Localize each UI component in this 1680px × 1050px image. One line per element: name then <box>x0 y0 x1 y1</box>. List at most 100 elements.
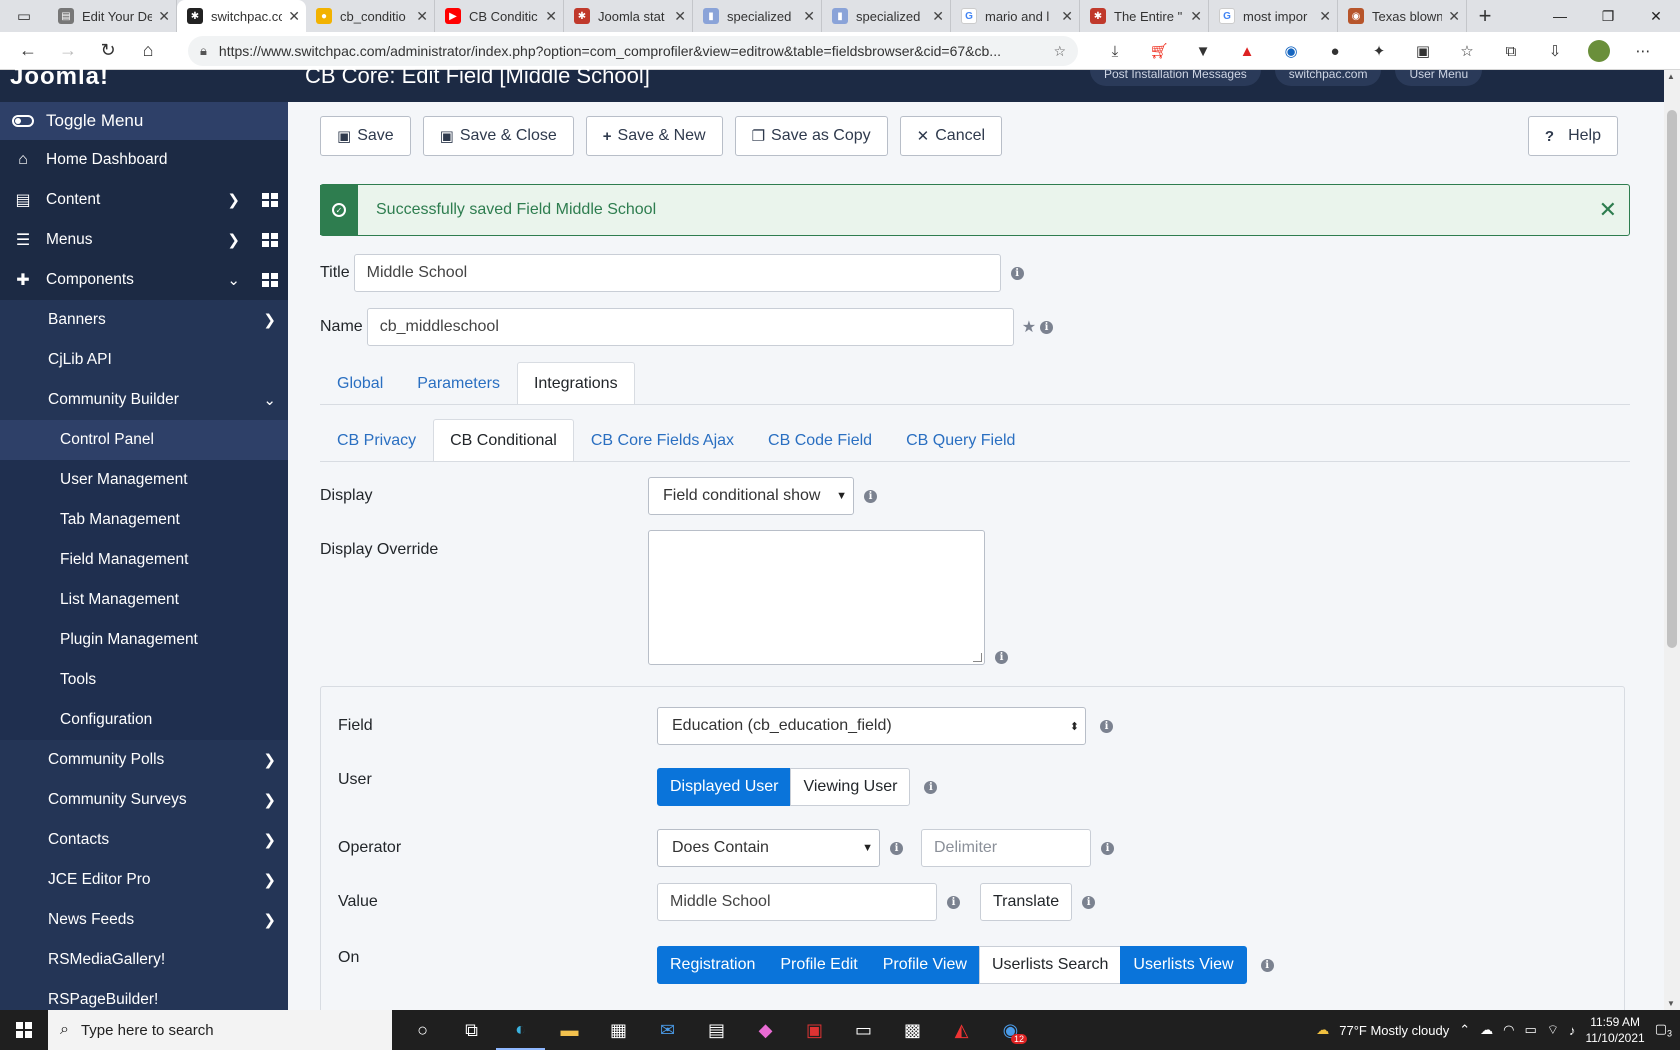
close-icon[interactable]: ✕ <box>1319 8 1331 25</box>
dashboard-grid-icon[interactable] <box>262 233 278 247</box>
calculator-icon[interactable]: ▤ <box>692 1010 741 1050</box>
browser-tab-active[interactable]: ✱ switchpac.co ✕ <box>177 0 306 32</box>
post-installation-button[interactable]: Post Installation Messages <box>1090 68 1261 86</box>
acrobat-extension-icon[interactable]: ▲ <box>1232 36 1262 66</box>
sidebar-item-tab-management[interactable]: Tab Management <box>0 500 288 540</box>
browser-tab[interactable]: ◉ Texas blown ✕ <box>1338 0 1467 32</box>
puzzle-extension-icon[interactable]: ✦ <box>1364 36 1394 66</box>
sidebar-item-community-builder[interactable]: Community Builder ⌄ <box>0 380 288 420</box>
display-override-textarea[interactable] <box>648 530 985 665</box>
store-icon[interactable]: ▦ <box>594 1010 643 1050</box>
network-icon[interactable]: ◠ <box>1503 1022 1514 1038</box>
browser-tab[interactable]: ▤ Edit Your De ✕ <box>48 0 177 32</box>
sidebar-item-menus[interactable]: ☰ Menus ❯ <box>0 220 288 260</box>
weather-text[interactable]: 77°F Mostly cloudy <box>1339 1023 1449 1038</box>
save-new-button[interactable]: + Save & New <box>585 116 723 156</box>
dashboard-grid-icon[interactable] <box>262 273 278 287</box>
info-icon[interactable]: i <box>995 651 1008 664</box>
download-extension-icon[interactable]: ⤓ <box>1100 36 1130 66</box>
favorites-icon[interactable]: ☆ <box>1452 36 1482 66</box>
sidebar-item-tools[interactable]: Tools <box>0 660 288 700</box>
close-icon[interactable]: ✕ <box>288 8 300 25</box>
paint-icon[interactable]: ◆ <box>741 1010 790 1050</box>
sidebar-item-rspagebuilder[interactable]: RSPageBuilder! <box>0 980 288 1010</box>
info-icon[interactable]: i <box>947 895 960 909</box>
close-icon[interactable]: ✕ <box>803 8 815 25</box>
tab-parameters[interactable]: Parameters <box>400 362 517 404</box>
sidebar-item-community-surveys[interactable]: Community Surveys ❯ <box>0 780 288 820</box>
notifications-icon[interactable]: ▢3 <box>1655 1021 1672 1039</box>
vertical-scrollbar[interactable]: ▲ ▼ <box>1664 70 1680 1010</box>
close-icon[interactable]: ✕ <box>1190 8 1202 25</box>
edge-icon[interactable]: ◐ <box>496 1010 545 1050</box>
sidebar-item-control-panel[interactable]: Control Panel <box>0 420 288 460</box>
sidebar-item-user-management[interactable]: User Management <box>0 460 288 500</box>
title-input[interactable]: Middle School <box>353 254 1001 292</box>
help-button[interactable]: ? Help <box>1527 116 1618 156</box>
user-menu-button[interactable]: User Menu <box>1395 68 1483 86</box>
cancel-button[interactable]: ✕ Cancel <box>899 116 1003 156</box>
tab-actions-icon[interactable]: ▭ <box>0 0 48 32</box>
volume-icon[interactable]: ♪ <box>1569 1023 1576 1038</box>
registration-button[interactable]: Registration <box>657 946 769 984</box>
browser-tab[interactable]: Gmost impor ✕ <box>1209 0 1338 32</box>
file-explorer-icon[interactable]: ▬ <box>545 1010 594 1050</box>
save-close-button[interactable]: ▣ Save & Close <box>422 116 574 156</box>
display-select[interactable]: Field conditional show ▼ <box>648 477 854 515</box>
close-icon[interactable]: ✕ <box>1061 8 1073 25</box>
terminal-icon[interactable]: ▭ <box>839 1010 888 1050</box>
operator-select[interactable]: Does Contain ▼ <box>657 829 880 867</box>
mail-icon[interactable]: ✉ <box>643 1010 692 1050</box>
browser-tab[interactable]: Gmario and l ✕ <box>951 0 1080 32</box>
sidebar-item-plugin-management[interactable]: Plugin Management <box>0 620 288 660</box>
close-icon[interactable]: ✕ <box>674 8 686 25</box>
close-icon[interactable]: ✕ <box>416 8 428 25</box>
info-icon[interactable]: i <box>890 841 903 855</box>
sidebar-item-content[interactable]: ▤ Content ❯ <box>0 180 288 220</box>
toggle-menu-button[interactable]: Toggle Menu <box>0 102 288 140</box>
info-icon[interactable]: i <box>1101 841 1114 855</box>
browser-tab[interactable]: ● cb_conditio ✕ <box>306 0 435 32</box>
acrobat-icon[interactable]: ◭ <box>937 1010 986 1050</box>
filezilla-icon[interactable]: ▣ <box>790 1010 839 1050</box>
close-icon[interactable]: ✕ <box>158 8 170 25</box>
home-icon[interactable]: ⌂ <box>128 32 168 70</box>
browser-tab[interactable]: ▮ specialized ✕ <box>822 0 951 32</box>
userlists-view-button[interactable]: Userlists View <box>1120 946 1247 984</box>
downloads-icon[interactable]: ⇩ <box>1540 36 1570 66</box>
profile-avatar-icon[interactable] <box>1584 36 1614 66</box>
people-extension-icon[interactable]: ● <box>1320 36 1350 66</box>
name-input[interactable]: cb_middleschool <box>366 308 1014 346</box>
value-input[interactable]: Middle School <box>657 883 937 921</box>
browser-tab[interactable]: ▮ specialized ✕ <box>693 0 822 32</box>
image-viewer-icon[interactable]: ▩ <box>888 1010 937 1050</box>
tab-cb-core-fields-ajax[interactable]: CB Core Fields Ajax <box>574 419 751 461</box>
battery-icon[interactable]: ▭ <box>1524 1022 1536 1038</box>
sidebar-item-home-dashboard[interactable]: ⌂ Home Dashboard <box>0 140 288 180</box>
dashboard-grid-icon[interactable] <box>262 193 278 207</box>
chrome-icon[interactable]: ◉ 12 <box>986 1010 1035 1050</box>
info-icon[interactable]: i <box>1100 719 1113 733</box>
info-icon[interactable]: i <box>1260 958 1274 972</box>
restore-icon[interactable]: ❐ <box>1584 0 1632 32</box>
close-icon[interactable]: ✕ <box>1448 8 1460 25</box>
collections-icon[interactable]: ⧉ <box>1496 36 1526 66</box>
tab-integrations[interactable]: Integrations <box>516 362 635 404</box>
taskbar-search[interactable]: ⌕ Type here to search <box>48 1010 392 1050</box>
save-button[interactable]: ▣ Save <box>320 116 411 156</box>
joomla-logo[interactable]: Joomla! <box>10 65 109 89</box>
close-icon[interactable]: ✕ <box>932 8 944 25</box>
wifi-icon[interactable]: ⌔ <box>1547 1022 1559 1038</box>
close-window-icon[interactable]: ✕ <box>1632 0 1680 32</box>
info-icon[interactable]: i <box>924 780 938 794</box>
sidebar-item-cjlib-api[interactable]: CjLib API <box>0 340 288 380</box>
sidebar-item-contacts[interactable]: Contacts ❯ <box>0 820 288 860</box>
profile-edit-button[interactable]: Profile Edit <box>767 946 871 984</box>
info-icon[interactable]: i <box>1010 266 1024 280</box>
terminal-extension-icon[interactable]: ▣ <box>1408 36 1438 66</box>
scrollbar-thumb[interactable] <box>1667 110 1677 648</box>
close-icon[interactable]: ✕ <box>545 8 557 25</box>
new-tab-button[interactable]: + <box>1467 0 1503 32</box>
tab-cb-code-field[interactable]: CB Code Field <box>751 419 889 461</box>
info-icon[interactable]: i <box>1040 320 1054 334</box>
